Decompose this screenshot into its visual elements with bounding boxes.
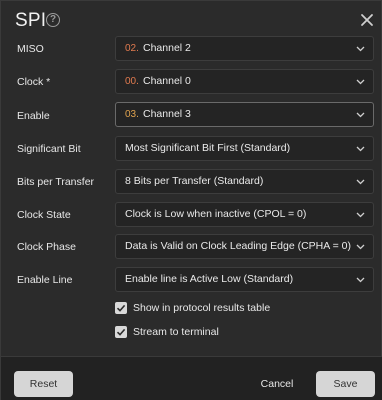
reset-button[interactable]: Reset: [14, 371, 73, 397]
clock-state-select[interactable]: Clock is Low when inactive (CPOL = 0): [115, 202, 374, 227]
bits-per-transfer-select[interactable]: 8 Bits per Transfer (Standard): [115, 169, 374, 194]
clock-value: Channel 0: [143, 75, 191, 87]
stream-terminal-label[interactable]: Stream to terminal: [133, 326, 219, 338]
bits-per-transfer-label: Bits per Transfer: [17, 176, 95, 188]
enable-channel-number: 03.: [125, 109, 139, 120]
clock-phase-select[interactable]: Data is Valid on Clock Leading Edge (CPH…: [115, 234, 374, 259]
dialog-title: SPI: [15, 10, 47, 31]
chevron-down-icon: [356, 146, 365, 152]
enable-line-label: Enable Line: [17, 274, 73, 286]
clock-state-label: Clock State: [17, 209, 71, 221]
chevron-down-icon: [356, 179, 365, 185]
miso-value: Channel 2: [143, 42, 191, 54]
enable-value: Channel 3: [143, 108, 191, 120]
miso-channel-number: 02.: [125, 43, 139, 54]
chevron-down-icon: [356, 277, 365, 283]
clock-phase-value: Data is Valid on Clock Leading Edge (CPH…: [125, 240, 351, 252]
enable-line-select[interactable]: Enable line is Active Low (Standard): [115, 267, 374, 292]
dialog-header: SPI ?: [1, 1, 382, 41]
save-button[interactable]: Save: [316, 371, 375, 397]
chevron-down-icon: [356, 79, 365, 85]
help-icon[interactable]: ?: [46, 13, 60, 27]
significant-bit-value: Most Significant Bit First (Standard): [125, 142, 291, 154]
checkmark-icon: [116, 328, 126, 336]
clock-channel-number: 00.: [125, 76, 139, 87]
significant-bit-label: Significant Bit: [17, 143, 81, 155]
enable-line-value: Enable line is Active Low (Standard): [125, 273, 294, 285]
enable-select[interactable]: 03. Channel 3: [115, 102, 374, 127]
show-results-checkbox[interactable]: [115, 302, 127, 314]
chevron-down-icon: [356, 112, 365, 118]
chevron-down-icon: [356, 212, 365, 218]
clock-label: Clock *: [17, 76, 51, 88]
checkmark-icon: [116, 304, 126, 312]
show-results-label[interactable]: Show in protocol results table: [133, 302, 270, 314]
significant-bit-select[interactable]: Most Significant Bit First (Standard): [115, 136, 374, 161]
cancel-button[interactable]: Cancel: [254, 371, 300, 397]
miso-select[interactable]: 02. Channel 2: [115, 36, 374, 61]
chevron-down-icon: [356, 46, 365, 52]
bits-per-transfer-value: 8 Bits per Transfer (Standard): [125, 175, 264, 187]
enable-label: Enable: [17, 110, 50, 122]
dialog-footer: Reset Cancel Save: [1, 356, 382, 400]
clock-select[interactable]: 00. Channel 0: [115, 69, 374, 94]
clock-phase-label: Clock Phase: [17, 241, 76, 253]
spi-dialog: SPI ? MISO 02. Channel 2 Clock * 00. Cha…: [0, 0, 382, 400]
close-icon[interactable]: [359, 12, 375, 28]
miso-label: MISO: [17, 43, 44, 55]
clock-state-value: Clock is Low when inactive (CPOL = 0): [125, 208, 307, 220]
stream-terminal-checkbox[interactable]: [115, 326, 127, 338]
chevron-down-icon: [356, 244, 365, 250]
